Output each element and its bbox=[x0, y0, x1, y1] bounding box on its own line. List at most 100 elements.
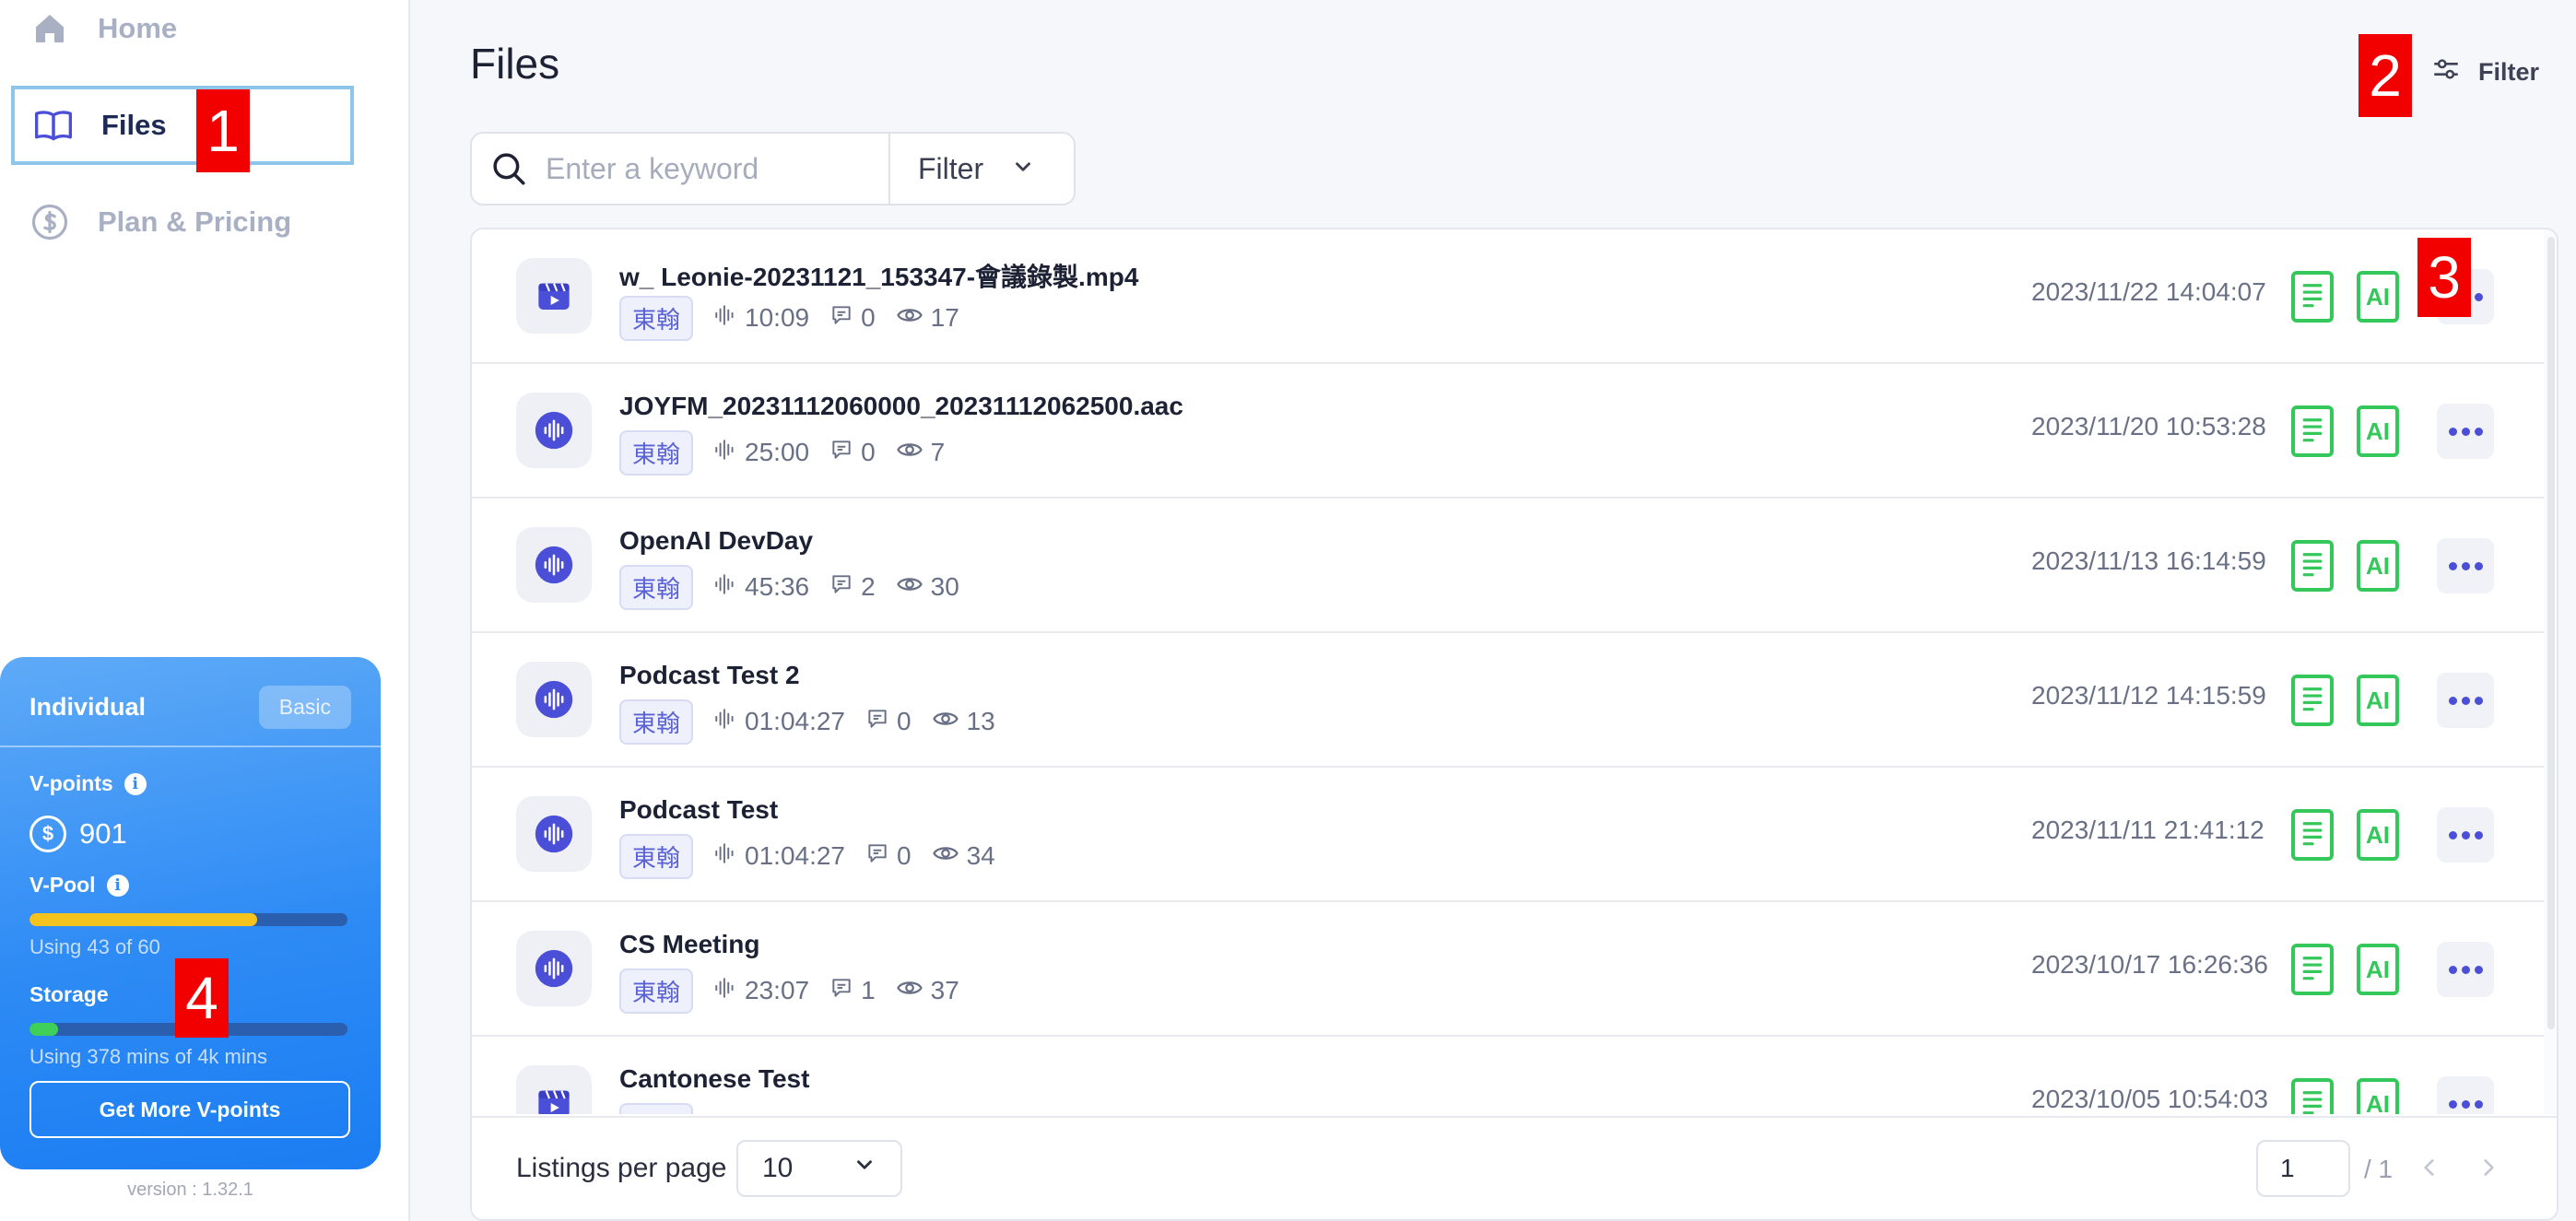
video-file-icon bbox=[516, 258, 592, 334]
annotation-marker-1: 1 bbox=[196, 89, 250, 172]
audio-file-icon bbox=[516, 527, 592, 603]
transcript-button[interactable] bbox=[2291, 1078, 2334, 1114]
file-row[interactable]: JOYFM_20231112060000_20231112062500.aac … bbox=[472, 364, 2544, 499]
dot bbox=[2448, 427, 2457, 436]
document-icon bbox=[2299, 277, 2326, 317]
eye-icon bbox=[932, 839, 959, 874]
comment-icon bbox=[865, 841, 889, 872]
more-options-button[interactable] bbox=[2437, 807, 2494, 863]
plan-tier-badge: Basic bbox=[258, 685, 351, 729]
file-title[interactable]: Cantonese Test bbox=[619, 1064, 809, 1094]
search-filter-label: Filter bbox=[918, 151, 984, 185]
file-row[interactable]: Cantonese Test 東翰 2023/10/05 10:54:03 AI bbox=[472, 1037, 2544, 1114]
more-options-button[interactable] bbox=[2437, 404, 2494, 459]
annotation-marker-4: 4 bbox=[175, 958, 229, 1038]
comments: 2 bbox=[829, 572, 876, 603]
sidebar-item-label: Plan & Pricing bbox=[98, 205, 292, 238]
waveform-icon bbox=[713, 438, 737, 468]
per-page-select[interactable]: 10 bbox=[736, 1140, 902, 1197]
scrollbar-thumb[interactable] bbox=[2547, 237, 2555, 1029]
waveform-icon bbox=[713, 841, 737, 872]
transcript-button[interactable] bbox=[2291, 405, 2334, 457]
file-row[interactable]: OpenAI DevDay 東翰 45:36 2 30 2023/11/13 16:… bbox=[472, 499, 2544, 633]
next-page-button[interactable] bbox=[2470, 1149, 2507, 1186]
file-date: 2023/10/17 16:26:36 bbox=[2031, 950, 2268, 979]
file-title[interactable]: Podcast Test 2 bbox=[619, 661, 800, 690]
owner-tag: 東翰 bbox=[619, 429, 694, 475]
document-icon bbox=[2299, 681, 2326, 721]
comment-count: 1 bbox=[861, 976, 876, 1004]
vpoints-value: 901 bbox=[79, 817, 127, 850]
sidebar-item-plan-pricing[interactable]: Plan & Pricing bbox=[11, 182, 354, 262]
duration: 10:09 bbox=[713, 303, 809, 334]
chevron-right-icon bbox=[2484, 1159, 2494, 1176]
ai-button[interactable]: AI bbox=[2357, 271, 2399, 323]
ai-button[interactable]: AI bbox=[2357, 944, 2399, 995]
audio-file-icon bbox=[516, 931, 592, 1006]
scrollbar[interactable] bbox=[2544, 229, 2557, 1114]
view-count: 34 bbox=[966, 841, 995, 870]
page-number-input[interactable] bbox=[2256, 1140, 2350, 1197]
more-options-button[interactable] bbox=[2437, 942, 2494, 997]
file-date: 2023/11/22 14:04:07 bbox=[2031, 277, 2266, 306]
file-meta: 東翰 10:09 0 17 bbox=[619, 295, 980, 341]
audio-file-icon bbox=[516, 662, 592, 737]
ai-button[interactable]: AI bbox=[2357, 1078, 2399, 1114]
info-icon[interactable]: i bbox=[124, 772, 147, 795]
file-title[interactable]: w_ Leonie-20231121_153347-會議錄製.mp4 bbox=[619, 257, 1138, 294]
page-total: / 1 bbox=[2364, 1155, 2394, 1183]
duration-value: 01:04:27 bbox=[745, 707, 846, 735]
more-options-button[interactable] bbox=[2437, 1076, 2494, 1114]
file-title[interactable]: CS Meeting bbox=[619, 930, 759, 959]
search-filter-select[interactable]: Filter bbox=[888, 134, 1074, 204]
comments: 0 bbox=[829, 438, 876, 468]
file-row[interactable]: Podcast Test 2 東翰 01:04:27 0 13 2023/11/12… bbox=[472, 633, 2544, 768]
sidebar-item-files[interactable]: Files bbox=[11, 86, 354, 165]
file-title[interactable]: Podcast Test bbox=[619, 795, 778, 825]
document-icon bbox=[2299, 816, 2326, 855]
duration: 23:07 bbox=[713, 976, 809, 1006]
more-options-button[interactable] bbox=[2437, 673, 2494, 728]
filter-button[interactable]: Filter bbox=[2430, 53, 2539, 91]
views: 37 bbox=[896, 974, 959, 1008]
ai-button[interactable]: AI bbox=[2357, 809, 2399, 861]
more-options-button[interactable] bbox=[2437, 538, 2494, 593]
comment-count: 0 bbox=[897, 707, 912, 735]
waveform-icon bbox=[713, 303, 737, 334]
transcript-button[interactable] bbox=[2291, 271, 2334, 323]
pagination-bar: Listings per page 10 / 1 bbox=[472, 1116, 2557, 1219]
search-bar: Filter bbox=[470, 132, 1076, 205]
file-title[interactable]: OpenAI DevDay bbox=[619, 526, 813, 556]
waveform-icon bbox=[713, 976, 737, 1006]
file-date: 2023/11/12 14:15:59 bbox=[2031, 681, 2266, 710]
file-row[interactable]: w_ Leonie-20231121_153347-會議錄製.mp4 東翰 10… bbox=[472, 229, 2544, 364]
search-input[interactable] bbox=[546, 151, 888, 186]
duration: 01:04:27 bbox=[713, 841, 845, 872]
transcript-button[interactable] bbox=[2291, 944, 2334, 995]
file-title[interactable]: JOYFM_20231112060000_20231112062500.aac bbox=[619, 392, 1183, 421]
info-icon[interactable]: i bbox=[106, 874, 129, 897]
vpool-label: V-Pool i bbox=[29, 873, 129, 898]
ai-button[interactable]: AI bbox=[2357, 675, 2399, 726]
sidebar-item-label: Home bbox=[98, 12, 178, 44]
transcript-button[interactable] bbox=[2291, 809, 2334, 861]
dot bbox=[2461, 830, 2470, 839]
sidebar-item-label: Files bbox=[101, 109, 167, 141]
transcript-button[interactable] bbox=[2291, 675, 2334, 726]
file-row[interactable]: CS Meeting 東翰 23:07 1 37 2023/10/17 16:26:… bbox=[472, 902, 2544, 1037]
dot bbox=[2448, 965, 2457, 974]
sidebar-item-home[interactable]: Home bbox=[11, 0, 354, 68]
eye-icon bbox=[896, 436, 923, 470]
comments: 0 bbox=[829, 303, 876, 334]
video-file-icon bbox=[516, 1065, 592, 1114]
ai-button[interactable]: AI bbox=[2357, 405, 2399, 457]
dot bbox=[2474, 965, 2483, 974]
get-more-vpoints-button[interactable]: Get More V-points bbox=[29, 1081, 350, 1138]
vpool-progress-bar bbox=[29, 913, 347, 926]
ai-button[interactable]: AI bbox=[2357, 540, 2399, 592]
document-icon bbox=[2299, 950, 2326, 990]
file-row[interactable]: Podcast Test 東翰 01:04:27 0 34 2023/11/11 2… bbox=[472, 768, 2544, 902]
transcript-button[interactable] bbox=[2291, 540, 2334, 592]
previous-page-button[interactable] bbox=[2411, 1149, 2448, 1186]
audio-file-icon bbox=[516, 393, 592, 468]
